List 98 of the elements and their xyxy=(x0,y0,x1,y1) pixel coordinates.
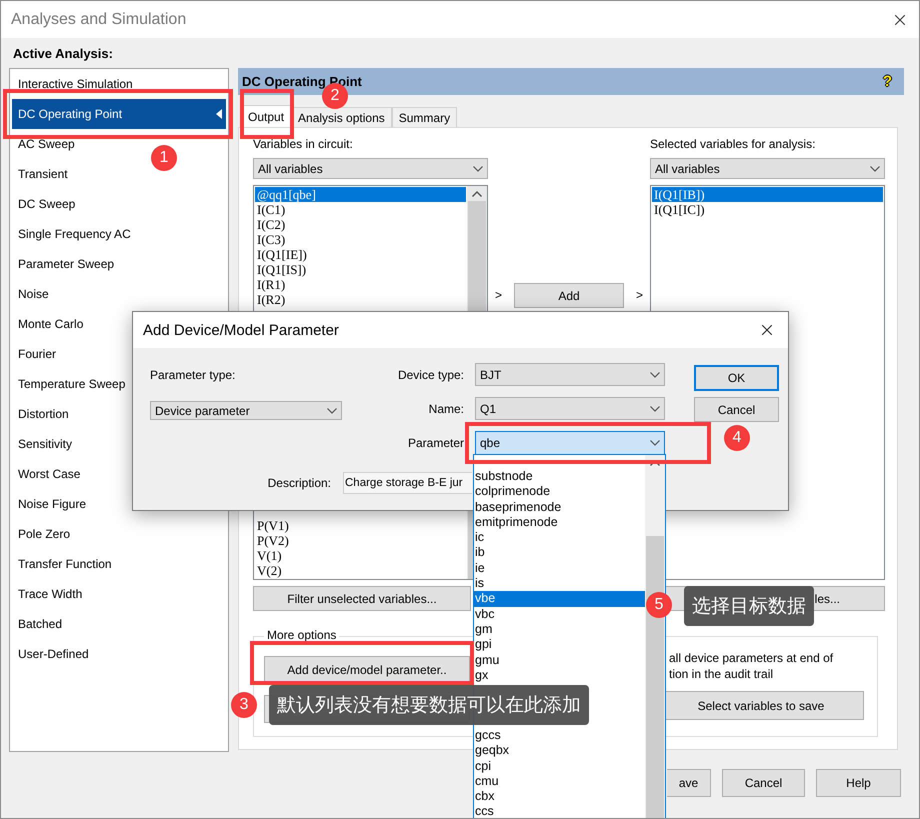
field-label: Parameter xyxy=(408,436,465,450)
dropdown-option[interactable]: emitprimenode xyxy=(474,514,645,530)
description-field: Charge storage B-E jur xyxy=(343,472,472,494)
dropdown-option[interactable]: is xyxy=(474,576,645,592)
dropdown-option[interactable]: ib xyxy=(474,545,645,561)
dropdown-option[interactable]: gpi xyxy=(474,637,645,653)
chevron-down-icon xyxy=(650,440,660,446)
dropdown-option[interactable]: colprimenode xyxy=(474,484,645,500)
analysis-item[interactable]: Single Frequency AC xyxy=(12,219,135,249)
analysis-item[interactable]: Batched xyxy=(12,609,66,639)
annotation-box xyxy=(240,89,294,139)
field-label: Name: xyxy=(428,402,465,416)
dropdown-option[interactable]: gx xyxy=(474,668,645,684)
filter-dropdown[interactable]: All variables xyxy=(253,158,488,179)
dropdown-option[interactable]: cpi xyxy=(474,758,645,774)
filter-button[interactable]: Filter unselected variables... xyxy=(253,586,471,611)
analysis-item[interactable]: DC Operating Point xyxy=(12,99,226,129)
list-item[interactable]: I(Q1[IB]) xyxy=(652,187,883,202)
dropdown-option[interactable]: cmu xyxy=(474,774,645,790)
add-button[interactable]: Add xyxy=(514,283,624,308)
chevron-down-icon xyxy=(327,408,337,414)
dropdown-option[interactable]: vbc xyxy=(474,606,645,622)
list-item[interactable]: P(V1) xyxy=(255,518,466,533)
option-text: all device parameters at end of xyxy=(668,650,834,666)
arrow-text: > xyxy=(494,287,502,304)
list-item[interactable]: I(Q1[IC]) xyxy=(652,202,883,217)
analysis-item[interactable]: Sensitivity xyxy=(12,429,76,459)
chevron-up-icon xyxy=(472,191,482,197)
analysis-item[interactable]: Parameter Sweep xyxy=(12,249,118,279)
filter-dropdown[interactable]: All variables xyxy=(650,158,885,179)
analysis-item[interactable]: User-Defined xyxy=(12,639,93,669)
dialog-button[interactable]: Cancel xyxy=(694,397,779,422)
analysis-item[interactable]: AC Sweep xyxy=(12,129,79,159)
list-item[interactable]: @qq1[qbe] xyxy=(255,187,466,202)
analysis-item[interactable]: Trace Width xyxy=(12,579,86,609)
analysis-item[interactable]: Monte Carlo xyxy=(12,309,88,339)
field-label: Variables in circuit: xyxy=(253,136,354,152)
chevron-down-icon xyxy=(650,406,660,412)
list-item[interactable]: I(Q1[IS]) xyxy=(255,262,466,277)
analysis-item[interactable]: Transient xyxy=(12,159,72,189)
list-item[interactable]: I(C3) xyxy=(255,232,466,247)
analysis-item[interactable]: Distortion xyxy=(12,399,73,429)
chevron-down-icon xyxy=(473,166,483,172)
section-label: Active Analysis: xyxy=(12,45,114,63)
option-text: tion in the audit trail xyxy=(668,666,774,682)
arrow-text: > xyxy=(636,287,644,304)
list-item[interactable]: I(C1) xyxy=(255,202,466,217)
dropdown-option[interactable]: ic xyxy=(474,530,645,546)
caret-icon xyxy=(216,109,222,119)
analysis-item[interactable]: DC Sweep xyxy=(12,189,80,219)
field-label: Parameter type: xyxy=(150,366,236,382)
group-legend: More options xyxy=(264,628,340,642)
dropdown-option[interactable]: gmu xyxy=(474,652,645,668)
analysis-item[interactable]: Transfer Function xyxy=(12,549,116,579)
field-dropdown[interactable]: qbe xyxy=(475,431,665,455)
tooltip: 选择目标数据 xyxy=(684,586,814,626)
dialog-title: Add Device/Model Parameter xyxy=(143,322,339,338)
tab[interactable]: Summary xyxy=(392,107,458,127)
analysis-item[interactable]: Fourier xyxy=(12,339,60,369)
step-badge: 3 xyxy=(231,692,257,718)
analysis-item[interactable]: Noise Figure xyxy=(12,489,90,519)
analysis-item[interactable]: Noise xyxy=(12,279,53,309)
field-dropdown[interactable]: Q1 xyxy=(475,397,665,420)
list-item[interactable]: I(R2) xyxy=(255,292,466,307)
dialog-button[interactable]: OK xyxy=(694,365,779,391)
footer-button[interactable]: ave xyxy=(667,769,711,797)
tab[interactable]: Output xyxy=(241,105,292,127)
list-item[interactable]: I(C2) xyxy=(255,217,466,232)
chevron-down-icon xyxy=(650,372,660,378)
footer-button[interactable]: Cancel xyxy=(722,769,805,797)
footer-button[interactable]: Help xyxy=(816,769,901,797)
dropdown-option[interactable]: cbx xyxy=(474,789,645,804)
chevron-down-icon xyxy=(870,166,880,172)
dropdown-option[interactable]: geqbx xyxy=(474,743,645,759)
dropdown-option[interactable]: vbe xyxy=(474,591,645,607)
dropdown-option[interactable]: substnode xyxy=(474,469,645,484)
window-title: Analyses and Simulation xyxy=(11,10,186,28)
analysis-item[interactable]: Interactive Simulation xyxy=(12,69,137,99)
tooltip: 默认列表没有想要数据可以在此添加 xyxy=(269,685,589,725)
dropdown-option[interactable]: ccs xyxy=(474,804,645,818)
list-item[interactable]: I(Q1[IE]) xyxy=(255,247,466,262)
tab[interactable]: Analysis options xyxy=(291,107,392,127)
analysis-item[interactable]: Pole Zero xyxy=(12,519,74,549)
list-item[interactable]: P(V2) xyxy=(255,533,466,548)
field-label: Device type: xyxy=(398,368,465,382)
list-item[interactable]: V(2) xyxy=(255,563,466,578)
dropdown-option[interactable]: baseprimenode xyxy=(474,500,645,515)
dropdown-option[interactable]: gccs xyxy=(474,728,645,744)
dropdown-option[interactable]: gm xyxy=(474,622,645,638)
field-label: Description: xyxy=(266,476,331,490)
list-item[interactable]: I(R1) xyxy=(255,277,466,292)
analysis-item[interactable]: Worst Case xyxy=(12,459,84,489)
list-item[interactable]: V(1) xyxy=(255,548,466,563)
field-label: Selected variables for analysis: xyxy=(650,136,816,152)
field-dropdown[interactable]: BJT xyxy=(475,363,665,386)
dropdown-option[interactable]: ie xyxy=(474,560,645,576)
analysis-item[interactable]: Temperature Sweep xyxy=(12,369,130,399)
parameter-type-dropdown[interactable]: Device parameter xyxy=(150,401,342,420)
